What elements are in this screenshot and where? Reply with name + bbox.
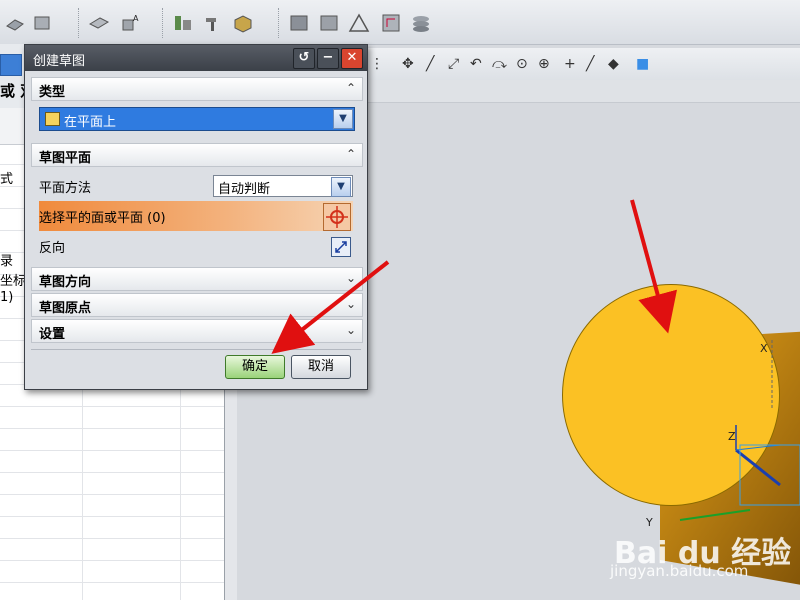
navigator-dropdown[interactable] xyxy=(0,54,22,76)
plus-icon[interactable]: + xyxy=(564,56,576,72)
chevron-up-icon[interactable]: ⌃ xyxy=(346,147,356,161)
chevron-down-icon[interactable]: ⌄ xyxy=(346,297,356,311)
shape-icon[interactable]: ◆ xyxy=(608,56,619,72)
dialog-divider xyxy=(31,349,361,350)
slash-icon[interactable]: ╱ xyxy=(586,56,594,72)
table-row[interactable] xyxy=(0,452,224,473)
x-axis-label: X xyxy=(760,342,768,355)
chevron-down-icon[interactable]: ⌄ xyxy=(346,323,356,337)
dialog-titlebar[interactable]: 创建草图 ↺ − ✕ xyxy=(25,45,367,71)
table-row[interactable] xyxy=(0,496,224,517)
measure-icon[interactable] xyxy=(172,12,194,34)
table-row[interactable] xyxy=(0,540,224,561)
more-icon[interactable]: ⋮ xyxy=(370,56,384,72)
toolbar-separator xyxy=(78,8,81,38)
solid-icon[interactable] xyxy=(232,12,254,34)
cancel-button[interactable]: 取消 xyxy=(291,355,351,379)
sketch-toolbar: ⋮ ✥ ╱ ⤢ ↶ ⤼ ⊙ ⊕ + ╱ ◆ ■ xyxy=(368,48,800,81)
ok-button[interactable]: 确定 xyxy=(225,355,285,379)
toolbar-separator xyxy=(278,8,281,38)
type-select-value: 在平面上 xyxy=(64,115,117,130)
line-point-icon[interactable]: ⤢ xyxy=(448,56,459,72)
layer-icon[interactable] xyxy=(288,12,310,34)
csys-icon[interactable] xyxy=(380,12,402,34)
row-text: 式 xyxy=(0,172,14,187)
line-icon[interactable]: ╱ xyxy=(426,56,434,72)
chevron-up-icon[interactable]: ⌃ xyxy=(346,81,356,95)
section-sketch-orientation[interactable]: 草图方向 ⌄ xyxy=(31,267,363,291)
toolbar-separator xyxy=(162,8,165,38)
section-sketch-origin-label: 草图原点 xyxy=(39,301,92,316)
reverse-label: 反向 xyxy=(39,241,66,256)
select-face-label: 选择平的面或平面 (0) xyxy=(39,211,166,226)
reverse-direction-button[interactable] xyxy=(331,237,351,257)
tangent-icon[interactable]: ⤼ xyxy=(492,56,507,72)
section-type-label: 类型 xyxy=(39,85,66,100)
table-row[interactable] xyxy=(0,562,224,583)
triangle-icon[interactable] xyxy=(348,12,370,34)
circle-target-icon[interactable]: ⊕ xyxy=(538,56,550,72)
main-toolbar: A xyxy=(0,0,800,45)
table-row[interactable] xyxy=(0,518,224,539)
section-sketch-plane[interactable]: 草图平面 ⌃ xyxy=(31,143,363,167)
cube-icon[interactable]: ■ xyxy=(636,56,649,72)
arc-icon[interactable]: ↶ xyxy=(470,56,482,72)
part-icon[interactable] xyxy=(4,12,26,34)
plane-icon xyxy=(45,112,60,126)
feature-icon[interactable] xyxy=(32,12,54,34)
extrude-icon[interactable] xyxy=(88,12,110,34)
baidu-watermark-url: jingyan.baidu.com xyxy=(610,562,749,580)
type-select[interactable]: 在平面上 ▼ xyxy=(39,107,355,131)
stack-icon[interactable] xyxy=(410,12,432,34)
create-sketch-dialog: 创建草图 ↺ − ✕ 类型 ⌃ 在平面上 ▼ 草图平面 ⌃ 平面方法 自动判断 … xyxy=(24,44,368,390)
table-row[interactable] xyxy=(0,408,224,429)
csys-triad: Z Y X xyxy=(645,340,800,529)
table-row[interactable] xyxy=(0,430,224,451)
view-icon[interactable] xyxy=(318,12,340,34)
chevron-down-icon[interactable]: ▼ xyxy=(331,177,351,197)
chevron-down-icon[interactable]: ⌄ xyxy=(346,271,356,285)
section-settings-label: 设置 xyxy=(39,327,66,342)
section-sketch-origin[interactable]: 草图原点 ⌄ xyxy=(31,293,363,317)
table-row[interactable] xyxy=(0,474,224,495)
text-icon[interactable]: A xyxy=(120,12,142,34)
plane-method-select[interactable]: 自动判断 ▼ xyxy=(213,175,353,197)
plane-method-value: 自动判断 xyxy=(218,182,271,197)
reset-icon[interactable]: ↺ xyxy=(293,48,315,69)
reverse-arrows-icon xyxy=(335,241,347,253)
section-sketch-orientation-label: 草图方向 xyxy=(39,275,92,290)
snap-icon[interactable]: ✥ xyxy=(402,56,414,72)
dialog-title: 创建草图 xyxy=(33,54,86,69)
section-settings[interactable]: 设置 ⌄ xyxy=(31,319,363,343)
close-icon[interactable]: ✕ xyxy=(341,48,363,69)
svg-text:A: A xyxy=(133,14,139,23)
hammer-icon[interactable] xyxy=(202,12,224,34)
minimize-icon[interactable]: − xyxy=(317,48,339,69)
section-sketch-plane-label: 草图平面 xyxy=(39,151,92,166)
plane-method-label: 平面方法 xyxy=(39,181,92,196)
select-target-button[interactable] xyxy=(323,203,351,231)
row-text: 录 xyxy=(0,254,14,269)
crosshair-icon xyxy=(326,206,348,228)
circle-icon[interactable]: ⊙ xyxy=(516,56,528,72)
z-axis-label: Z xyxy=(728,430,736,443)
row-text: 1) xyxy=(0,290,14,305)
section-type[interactable]: 类型 ⌃ xyxy=(31,77,363,101)
chevron-down-icon[interactable]: ▼ xyxy=(333,109,353,129)
